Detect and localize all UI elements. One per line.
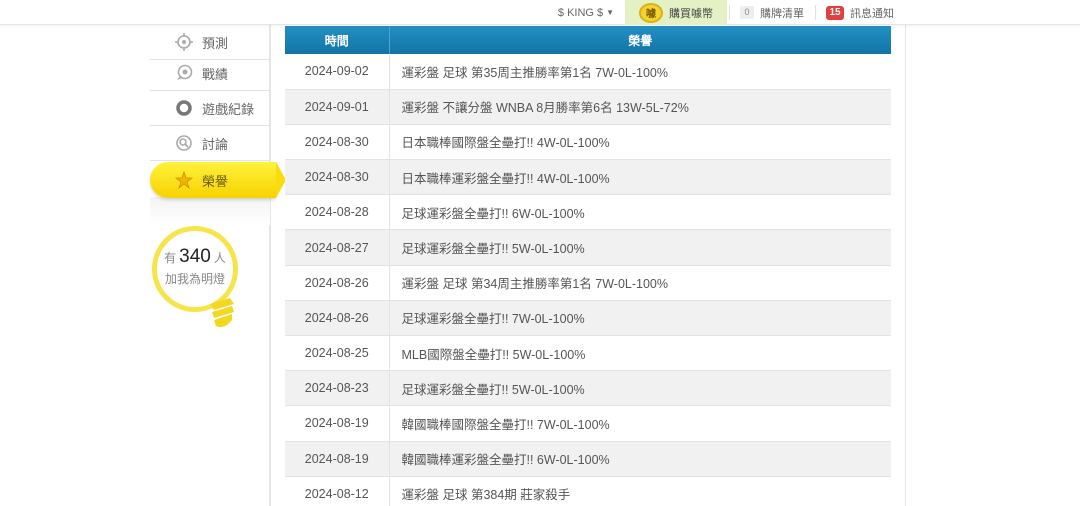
honor-date: 2024-08-27 — [285, 229, 390, 266]
fans-suffix: 人 — [213, 251, 226, 265]
honor-date: 2024-08-28 — [285, 194, 390, 231]
table-row: 2024-08-27 足球運彩盤全壘打!! 5W-0L-100% — [285, 229, 891, 266]
add-as-lamp-link[interactable]: 加我為明燈 — [152, 270, 238, 287]
chat-bubble-icon — [174, 63, 194, 83]
honor-date: 2024-08-25 — [285, 335, 390, 372]
star-icon — [174, 170, 194, 190]
honor-description: 韓國職棒運彩盤全壘打!! 6W-0L-100% — [389, 441, 891, 477]
bulb-base-icon — [206, 298, 238, 332]
sidebar-item-label: 戰績 — [202, 66, 229, 82]
honor-description: 運彩盤 足球 第35周主推勝率第1名 7W-0L-100% — [389, 54, 891, 90]
table-row: 2024-08-23 足球運彩盤全壘打!! 5W-0L-100% — [285, 370, 891, 407]
honor-date: 2024-08-30 — [285, 124, 390, 161]
fans-count: 340 — [179, 246, 211, 267]
table-row: 2024-09-02 運彩盤 足球 第35周主推勝率第1名 7W-0L-100% — [285, 54, 891, 90]
ring-icon — [174, 98, 194, 118]
user-name: $ KING $ — [557, 6, 604, 19]
content-border-right — [905, 25, 906, 506]
divider — [815, 5, 816, 20]
sidebar-item-record[interactable]: 戰績 — [150, 56, 270, 91]
cart-label: 購牌清單 — [760, 7, 804, 20]
table-row: 2024-08-19 韓國職棒國際盤全壘打!! 7W-0L-100% — [285, 405, 891, 442]
column-header-time: 時間 — [285, 26, 390, 54]
honor-date: 2024-08-26 — [285, 300, 390, 337]
honor-description: 運彩盤 足球 第384期 莊家殺手 — [389, 476, 891, 506]
fans-count-line: 有 340 人 — [152, 246, 238, 268]
honor-description: 運彩盤 不讓分盤 WNBA 8月勝率第6名 13W-5L-72% — [389, 89, 891, 125]
honor-date: 2024-08-23 — [285, 370, 390, 407]
sidebar-item-discussion[interactable]: 討論 — [150, 126, 270, 161]
honor-description: 韓國職棒國際盤全壘打!! 7W-0L-100% — [389, 405, 891, 442]
honor-description: 日本職棒運彩盤全壘打!! 4W-0L-100% — [389, 159, 891, 196]
honor-date: 2024-08-19 — [285, 441, 390, 477]
table-row: 2024-08-26 足球運彩盤全壘打!! 7W-0L-100% — [285, 300, 891, 337]
table-row: 2024-08-30 日本職棒國際盤全壘打!! 4W-0L-100% — [285, 124, 891, 161]
table-row: 2024-08-30 日本職棒運彩盤全壘打!! 4W-0L-100% — [285, 159, 891, 196]
honor-description: 運彩盤 足球 第34周主推勝率第1名 7W-0L-100% — [389, 265, 891, 301]
cart-button[interactable]: 0 購牌清單 — [733, 0, 811, 25]
user-menu-button[interactable]: $ KING $ ▼ — [549, 0, 623, 25]
active-item-shadow — [150, 197, 270, 225]
crosshair-icon — [174, 32, 194, 52]
sidebar-item-game-history[interactable]: 遊戲紀錄 — [150, 91, 270, 126]
sidebar-item-label: 預測 — [202, 35, 229, 51]
table-header-row: 時間 榮譽 — [285, 26, 891, 54]
honor-table: 時間 榮譽 2024-09-02 運彩盤 足球 第35周主推勝率第1名 7W-0L… — [285, 26, 891, 506]
divider — [729, 5, 730, 20]
caret-down-icon: ▼ — [606, 8, 615, 17]
sidebar-item-predict[interactable]: 預測 — [150, 25, 270, 60]
sidebar-item-honor[interactable]: 榮譽 — [150, 162, 286, 198]
honor-description: 足球運彩盤全壘打!! 6W-0L-100% — [389, 194, 891, 231]
table-row: 2024-08-28 足球運彩盤全壘打!! 6W-0L-100% — [285, 194, 891, 231]
honor-description: 足球運彩盤全壘打!! 5W-0L-100% — [389, 229, 891, 266]
sidebar-item-label: 榮譽 — [202, 173, 229, 189]
column-header-honor: 榮譽 — [389, 26, 891, 54]
honor-description: 足球運彩盤全壘打!! 7W-0L-100% — [389, 300, 891, 337]
notifications-label: 訊息通知 — [850, 7, 894, 20]
buy-coin-label: 購買噱幣 — [669, 7, 713, 20]
honor-description: MLB國際盤全壘打!! 5W-0L-100% — [389, 335, 891, 372]
sidebar-item-label: 遊戲紀錄 — [202, 101, 255, 117]
notifications-button[interactable]: 15 訊息通知 — [820, 0, 900, 25]
buy-coin-button[interactable]: 噱 購買噱幣 — [625, 0, 727, 25]
table-row: 2024-08-19 韓國職棒運彩盤全壘打!! 6W-0L-100% — [285, 441, 891, 477]
sidebar-item-label: 討論 — [202, 136, 229, 152]
honor-date: 2024-08-26 — [285, 265, 390, 301]
honor-date: 2024-08-30 — [285, 159, 390, 196]
honor-date: 2024-09-02 — [285, 54, 390, 90]
cart-count-badge: 0 — [740, 6, 754, 19]
notification-count-badge: 15 — [826, 5, 844, 20]
honor-description: 日本職棒國際盤全壘打!! 4W-0L-100% — [389, 124, 891, 161]
table-row: 2024-09-01 運彩盤 不讓分盤 WNBA 8月勝率第6名 13W-5L-7… — [285, 89, 891, 125]
fans-prefix: 有 — [164, 251, 177, 265]
honor-description: 足球運彩盤全壘打!! 5W-0L-100% — [389, 370, 891, 407]
table-row: 2024-08-12 運彩盤 足球 第384期 莊家殺手 — [285, 476, 891, 506]
honor-date: 2024-09-01 — [285, 89, 390, 125]
coin-icon: 噱 — [639, 2, 663, 23]
honor-table-body: 2024-09-02 運彩盤 足球 第35周主推勝率第1名 7W-0L-100% 2… — [285, 54, 891, 506]
honor-date: 2024-08-12 — [285, 476, 390, 506]
honor-date: 2024-08-19 — [285, 405, 390, 442]
table-row: 2024-08-25 MLB國際盤全壘打!! 5W-0L-100% — [285, 335, 891, 372]
top-bar: $ KING $ ▼ 噱 購買噱幣 0 購牌清單 15 訊息通知 — [0, 0, 1080, 25]
magnifier-icon — [174, 133, 194, 153]
fans-bulb-widget: 有 340 人 加我為明燈 — [152, 226, 242, 336]
table-row: 2024-08-26 運彩盤 足球 第34周主推勝率第1名 7W-0L-100% — [285, 265, 891, 301]
